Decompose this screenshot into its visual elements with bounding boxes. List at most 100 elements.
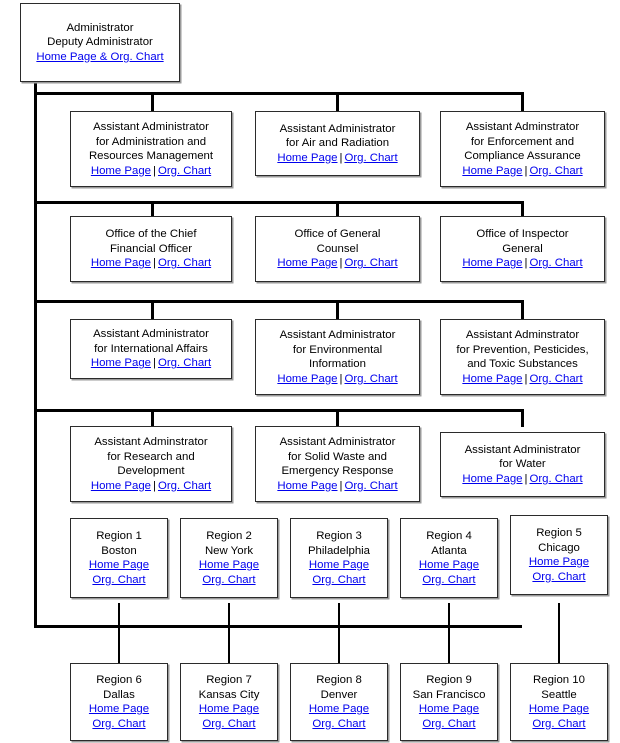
org-chart-link[interactable]: Org. Chart	[92, 573, 145, 588]
org-chart-link[interactable]: Org. Chart	[344, 480, 397, 492]
node-title: Assistant Administrator for Administrati…	[88, 121, 214, 162]
node-title: Office of General Counsel	[294, 228, 381, 255]
home-page-link[interactable]: Home Page	[462, 165, 522, 177]
home-page-link[interactable]: Home Page	[462, 473, 522, 485]
org-chart-link[interactable]: Org. Chart	[158, 257, 211, 269]
node-prevention-pesticides-toxic-substances[interactable]: Assistant Adminstrator for Prevention, P…	[440, 319, 605, 395]
node-international-affairs[interactable]: Assistant Administrator for Internationa…	[70, 319, 232, 379]
node-solid-waste-emergency-response[interactable]: Assistant Administrator for Solid Waste …	[255, 426, 420, 502]
org-chart-link[interactable]: Org. Chart	[529, 373, 582, 385]
home-page-link[interactable]: Home Page	[309, 558, 369, 573]
node-environmental-information[interactable]: Assistant Administrator for Environmenta…	[255, 319, 420, 395]
home-page-link[interactable]: Home Page	[309, 702, 369, 717]
node-region-4[interactable]: Region 4 Atlanta Home Page Org. Chart	[400, 518, 498, 598]
home-page-link[interactable]: Home Page	[529, 702, 589, 717]
org-chart-link[interactable]: Org. Chart	[422, 573, 475, 588]
row-2-drop-col-1	[151, 201, 154, 217]
home-page-link[interactable]: Home Page	[529, 555, 589, 570]
node-links: Home Page | Org. Chart	[462, 372, 582, 387]
home-page-link[interactable]: Home Page	[199, 558, 259, 573]
row-3-bus-line	[34, 300, 524, 303]
home-page-link[interactable]: Home Page	[277, 480, 337, 492]
org-chart-link[interactable]: Org. Chart	[529, 257, 582, 269]
node-region-3[interactable]: Region 3 Philadelphia Home Page Org. Cha…	[290, 518, 388, 598]
home-page-and-org-chart-link[interactable]: Home Page & Org. Chart	[36, 51, 163, 63]
node-links: Home Page | Org. Chart	[91, 356, 211, 371]
node-title: Region 2 New York	[204, 530, 254, 557]
node-air-and-radiation[interactable]: Assistant Administrator for Air and Radi…	[255, 111, 420, 176]
node-links: Home Page Org. Chart	[529, 555, 589, 584]
row-1-bus-line	[34, 92, 524, 95]
node-links: Home Page | Org. Chart	[462, 472, 582, 487]
home-page-link[interactable]: Home Page	[277, 152, 337, 164]
home-page-link[interactable]: Home Page	[419, 558, 479, 573]
home-page-link[interactable]: Home Page	[462, 373, 522, 385]
org-chart-link[interactable]: Org. Chart	[158, 480, 211, 492]
org-chart-link[interactable]: Org. Chart	[422, 717, 475, 732]
org-chart-link[interactable]: Org. Chart	[529, 473, 582, 485]
row-3-drop-col-1	[151, 300, 154, 320]
node-region-2[interactable]: Region 2 New York Home Page Org. Chart	[180, 518, 278, 598]
node-links: Home Page Org. Chart	[89, 702, 149, 731]
row-1-drop-col-3	[521, 92, 524, 112]
node-links: Home Page | Org. Chart	[277, 479, 397, 494]
node-region-6[interactable]: Region 6 Dallas Home Page Org. Chart	[70, 663, 168, 741]
node-region-10[interactable]: Region 10 Seattle Home Page Org. Chart	[510, 663, 608, 741]
region-connector-col-4	[448, 603, 450, 665]
org-chart-link[interactable]: Org. Chart	[532, 717, 585, 732]
node-links: Home Page | Org. Chart	[91, 164, 211, 179]
home-page-link[interactable]: Home Page	[277, 257, 337, 269]
node-title: Assistant Administrator for Internationa…	[93, 328, 209, 355]
region-connector-col-5	[558, 603, 560, 665]
node-title: Office of Inspector General	[476, 228, 569, 255]
node-links: Home Page Org. Chart	[419, 702, 479, 731]
home-page-link[interactable]: Home Page	[89, 558, 149, 573]
node-title: Assistant Administrator for Environmenta…	[279, 329, 396, 370]
node-administrator[interactable]: Administrator Deputy Administrator Home …	[20, 3, 180, 82]
org-chart-link[interactable]: Org. Chart	[532, 570, 585, 585]
org-chart-link[interactable]: Org. Chart	[344, 257, 397, 269]
home-page-link[interactable]: Home Page	[91, 257, 151, 269]
node-title: Region 6 Dallas	[96, 674, 142, 701]
region-connector-col-1	[118, 603, 120, 665]
node-region-1[interactable]: Region 1 Boston Home Page Org. Chart	[70, 518, 168, 598]
org-chart-link[interactable]: Org. Chart	[312, 573, 365, 588]
org-chart-link[interactable]: Org. Chart	[92, 717, 145, 732]
org-chart-link[interactable]: Org. Chart	[312, 717, 365, 732]
node-region-9[interactable]: Region 9 San Francisco Home Page Org. Ch…	[400, 663, 498, 741]
main-trunk-line	[34, 82, 37, 627]
node-enforcement-compliance-assurance[interactable]: Assistant Adminstrator for Enforcement a…	[440, 111, 605, 187]
node-links: Home Page Org. Chart	[419, 558, 479, 587]
org-chart-link[interactable]: Org. Chart	[344, 373, 397, 385]
home-page-link[interactable]: Home Page	[91, 165, 151, 177]
node-general-counsel[interactable]: Office of General Counsel Home Page | Org.…	[255, 216, 420, 282]
home-page-link[interactable]: Home Page	[91, 480, 151, 492]
node-research-and-development[interactable]: Assistant Adminstrator for Research and …	[70, 426, 232, 502]
home-page-link[interactable]: Home Page	[89, 702, 149, 717]
home-page-link[interactable]: Home Page	[462, 257, 522, 269]
node-water[interactable]: Assistant Administrator for Water Home P…	[440, 432, 605, 497]
org-chart-link[interactable]: Org. Chart	[202, 717, 255, 732]
node-links: Home Page Org. Chart	[309, 558, 369, 587]
node-chief-financial-officer[interactable]: Office of the Chief Financial Officer Ho…	[70, 216, 232, 282]
node-region-7[interactable]: Region 7 Kansas City Home Page Org. Char…	[180, 663, 278, 741]
row-2-drop-col-2	[336, 201, 339, 217]
org-chart-link[interactable]: Org. Chart	[158, 165, 211, 177]
org-chart-link[interactable]: Org. Chart	[529, 165, 582, 177]
org-chart-link[interactable]: Org. Chart	[202, 573, 255, 588]
home-page-link[interactable]: Home Page	[91, 357, 151, 369]
home-page-link[interactable]: Home Page	[419, 702, 479, 717]
node-region-8[interactable]: Region 8 Denver Home Page Org. Chart	[290, 663, 388, 741]
link-separator: |	[153, 164, 156, 177]
node-admin-resources-management[interactable]: Assistant Administrator for Administrati…	[70, 111, 232, 187]
org-chart-link[interactable]: Org. Chart	[158, 357, 211, 369]
org-chart-link[interactable]: Org. Chart	[344, 152, 397, 164]
node-title: Region 5 Chicago	[536, 527, 582, 554]
node-region-5[interactable]: Region 5 Chicago Home Page Org. Chart	[510, 515, 608, 595]
home-page-link[interactable]: Home Page	[277, 373, 337, 385]
row-1-drop-col-1	[151, 92, 154, 112]
org-chart-canvas: Administrator Deputy Administrator Home …	[0, 0, 620, 743]
link-separator: |	[153, 257, 156, 270]
home-page-link[interactable]: Home Page	[199, 702, 259, 717]
node-inspector-general[interactable]: Office of Inspector General Home Page | Or…	[440, 216, 605, 282]
